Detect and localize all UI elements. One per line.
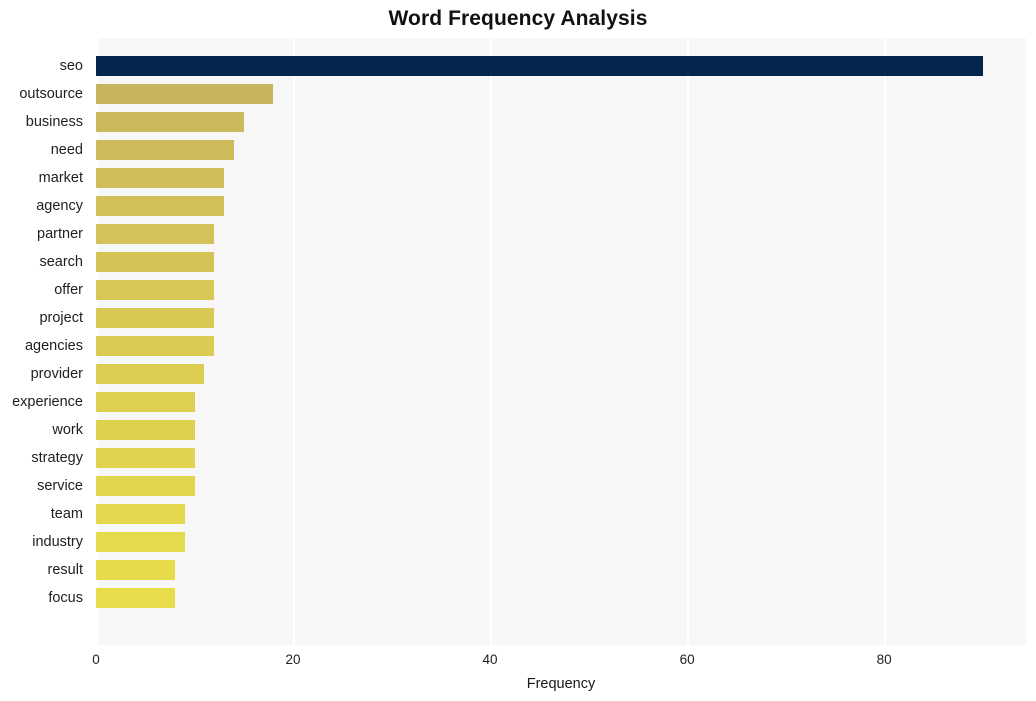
bar-row xyxy=(96,472,1026,500)
y-tick-label-experience: experience xyxy=(12,394,83,410)
bar-project[interactable] xyxy=(96,308,215,328)
bars-layer xyxy=(96,38,1026,645)
plot-area xyxy=(96,38,1026,645)
bar-row xyxy=(96,304,1026,332)
x-axis-title: Frequency xyxy=(526,676,596,692)
bar-outsource[interactable] xyxy=(96,84,274,104)
y-tick-label-strategy: strategy xyxy=(31,450,83,466)
bar-row xyxy=(96,584,1026,612)
bar-agency[interactable] xyxy=(96,196,225,216)
y-tick-label-agencies: agencies xyxy=(24,338,83,354)
bar-row xyxy=(96,108,1026,136)
bar-industry[interactable] xyxy=(96,532,185,552)
bar-offer[interactable] xyxy=(96,280,215,300)
y-tick-label-project: project xyxy=(39,310,83,326)
bar-experience[interactable] xyxy=(96,392,195,412)
bar-need[interactable] xyxy=(96,140,234,160)
y-tick-label-market: market xyxy=(38,170,83,186)
bar-row xyxy=(96,528,1026,556)
chart-title: Word Frequency Analysis xyxy=(388,7,648,30)
y-tick-label-partner: partner xyxy=(37,226,83,242)
bar-row xyxy=(96,164,1026,192)
bar-row xyxy=(96,52,1026,80)
bar-search[interactable] xyxy=(96,252,215,272)
bar-provider[interactable] xyxy=(96,364,205,384)
y-tick-label-seo: seo xyxy=(59,58,83,74)
x-tick-label-20: 20 xyxy=(285,652,301,667)
y-tick-label-industry: industry xyxy=(32,534,83,550)
y-tick-label-service: service xyxy=(37,478,83,494)
x-tick-label-40: 40 xyxy=(482,652,498,667)
bar-focus[interactable] xyxy=(96,588,175,608)
x-tick-label-80: 80 xyxy=(876,652,892,667)
y-tick-label-team: team xyxy=(50,506,83,522)
bar-row xyxy=(96,220,1026,248)
y-tick-label-need: need xyxy=(50,142,83,158)
bar-row xyxy=(96,276,1026,304)
x-tick-label-0: 0 xyxy=(92,652,100,667)
y-tick-label-search: search xyxy=(39,254,83,270)
bar-row xyxy=(96,556,1026,584)
bar-row xyxy=(96,192,1026,220)
bar-row xyxy=(96,388,1026,416)
word-frequency-bar-chart: Word Frequency Analysis seo outsource busi… xyxy=(0,0,1036,701)
bar-work[interactable] xyxy=(96,420,195,440)
bar-row xyxy=(96,500,1026,528)
bar-business[interactable] xyxy=(96,112,244,132)
bar-agencies[interactable] xyxy=(96,336,215,356)
bar-row xyxy=(96,248,1026,276)
y-tick-label-agency: agency xyxy=(36,198,83,214)
y-axis-tick-labels: seo outsource business need market agency part… xyxy=(0,38,90,645)
bar-row xyxy=(96,332,1026,360)
bar-market[interactable] xyxy=(96,168,225,188)
y-tick-label-outsource: outsource xyxy=(19,86,83,102)
y-tick-label-focus: focus xyxy=(48,590,83,606)
bar-strategy[interactable] xyxy=(96,448,195,468)
x-tick-label-60: 60 xyxy=(679,652,695,667)
y-tick-label-business: business xyxy=(25,114,83,130)
bar-seo[interactable] xyxy=(96,56,983,76)
bar-team[interactable] xyxy=(96,504,185,524)
bar-service[interactable] xyxy=(96,476,195,496)
bar-row xyxy=(96,136,1026,164)
bar-row xyxy=(96,444,1026,472)
y-tick-label-offer: offer xyxy=(54,282,83,298)
bar-result[interactable] xyxy=(96,560,175,580)
x-axis-tick-labels: 0 20 40 60 80 xyxy=(0,650,1036,672)
y-tick-label-provider: provider xyxy=(30,366,83,382)
y-tick-label-work: work xyxy=(52,422,83,438)
bar-row xyxy=(96,80,1026,108)
y-tick-label-result: result xyxy=(47,562,83,578)
bar-row xyxy=(96,360,1026,388)
bar-partner[interactable] xyxy=(96,224,215,244)
bar-row xyxy=(96,416,1026,444)
